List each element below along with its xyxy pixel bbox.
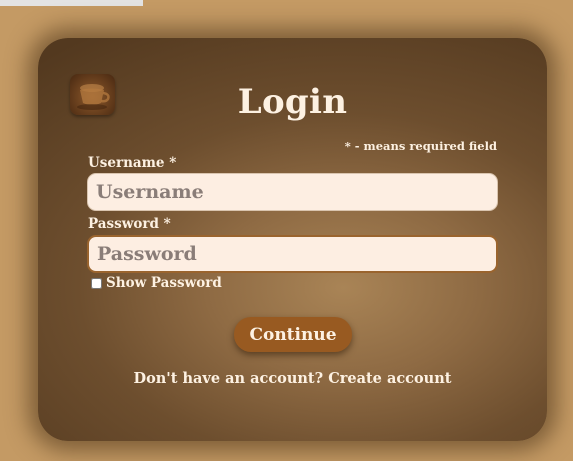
username-label: Username * bbox=[88, 155, 177, 171]
page-title: Login bbox=[237, 82, 348, 122]
password-input[interactable] bbox=[87, 235, 498, 273]
show-password-row: Show Password bbox=[91, 275, 222, 291]
password-label: Password * bbox=[88, 216, 171, 232]
show-password-label: Show Password bbox=[106, 275, 222, 291]
show-password-checkbox[interactable] bbox=[91, 277, 102, 289]
browser-tab-strip bbox=[0, 0, 143, 6]
username-input[interactable] bbox=[87, 173, 498, 211]
signup-prompt-line: Don't have an account? Create account bbox=[38, 370, 547, 387]
create-account-link[interactable]: Create account bbox=[328, 370, 451, 387]
required-field-note: * - means required field bbox=[344, 139, 497, 153]
continue-button[interactable]: Continue bbox=[234, 317, 352, 352]
signup-prompt: Don't have an account? bbox=[133, 370, 324, 387]
login-card: Login * - means required field Username … bbox=[38, 38, 547, 441]
